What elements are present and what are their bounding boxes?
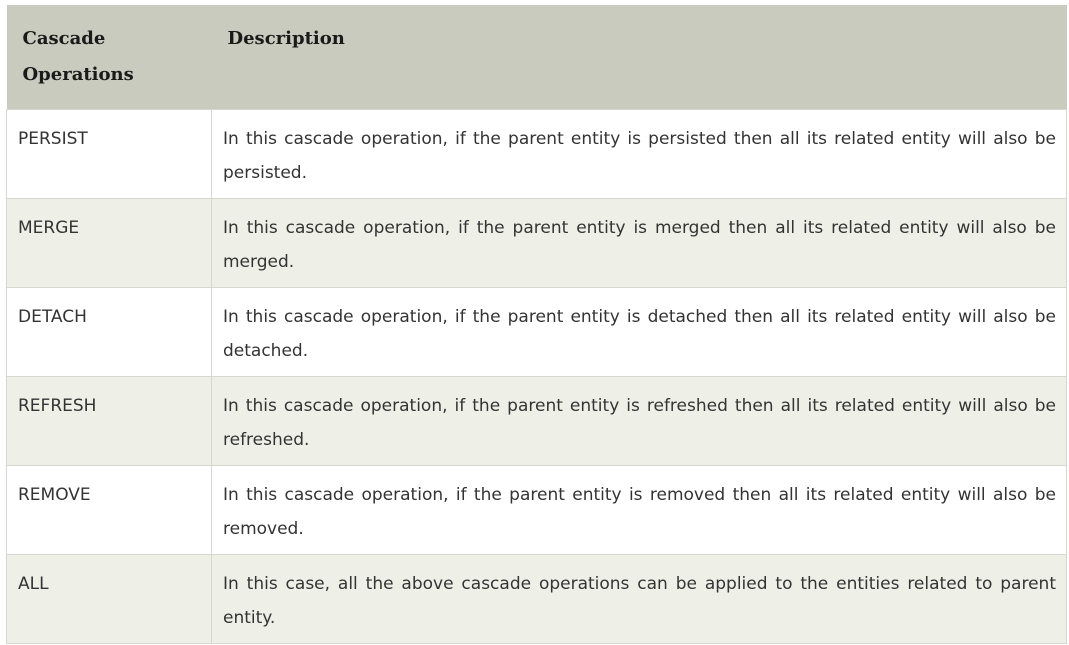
operation-cell: REMOVE [6, 464, 212, 555]
table-body: PERSIST In this cascade operation, if th… [6, 108, 1067, 644]
operation-cell: DETACH [6, 286, 212, 377]
operation-cell: ALL [6, 553, 212, 644]
operation-cell: PERSIST [6, 108, 212, 199]
description-cell: In this cascade operation, if the parent… [211, 197, 1067, 288]
description-cell: In this case, all the above cascade oper… [211, 553, 1067, 644]
description-cell: In this cascade operation, if the parent… [211, 286, 1067, 377]
header-row: Cascade Operations Description [6, 5, 1067, 109]
header-description: Description [227, 28, 345, 49]
table-row: DETACH In this cascade operation, if the… [6, 286, 1067, 377]
description-cell: In this cascade operation, if the parent… [211, 464, 1067, 555]
table-row: PERSIST In this cascade operation, if th… [6, 108, 1067, 199]
description-cell: In this cascade operation, if the parent… [211, 108, 1067, 199]
table-row: ALL In this case, all the above cascade … [6, 553, 1067, 644]
table-header: Cascade Operations Description [6, 5, 1067, 109]
operation-cell: MERGE [6, 197, 212, 288]
table-row: REMOVE In this cascade operation, if the… [6, 464, 1067, 555]
operation-cell: REFRESH [6, 375, 212, 466]
cascade-operations-table: Cascade Operations Description PERSIST I… [6, 5, 1067, 644]
description-cell: In this cascade operation, if the parent… [211, 375, 1067, 466]
table-row: MERGE In this cascade operation, if the … [6, 197, 1067, 288]
cascade-operations-table-wrapper: Cascade Operations Description PERSIST I… [6, 5, 1067, 644]
table-row: REFRESH In this cascade operation, if th… [6, 375, 1067, 466]
header-cascade-operations: Cascade Operations [22, 28, 134, 85]
